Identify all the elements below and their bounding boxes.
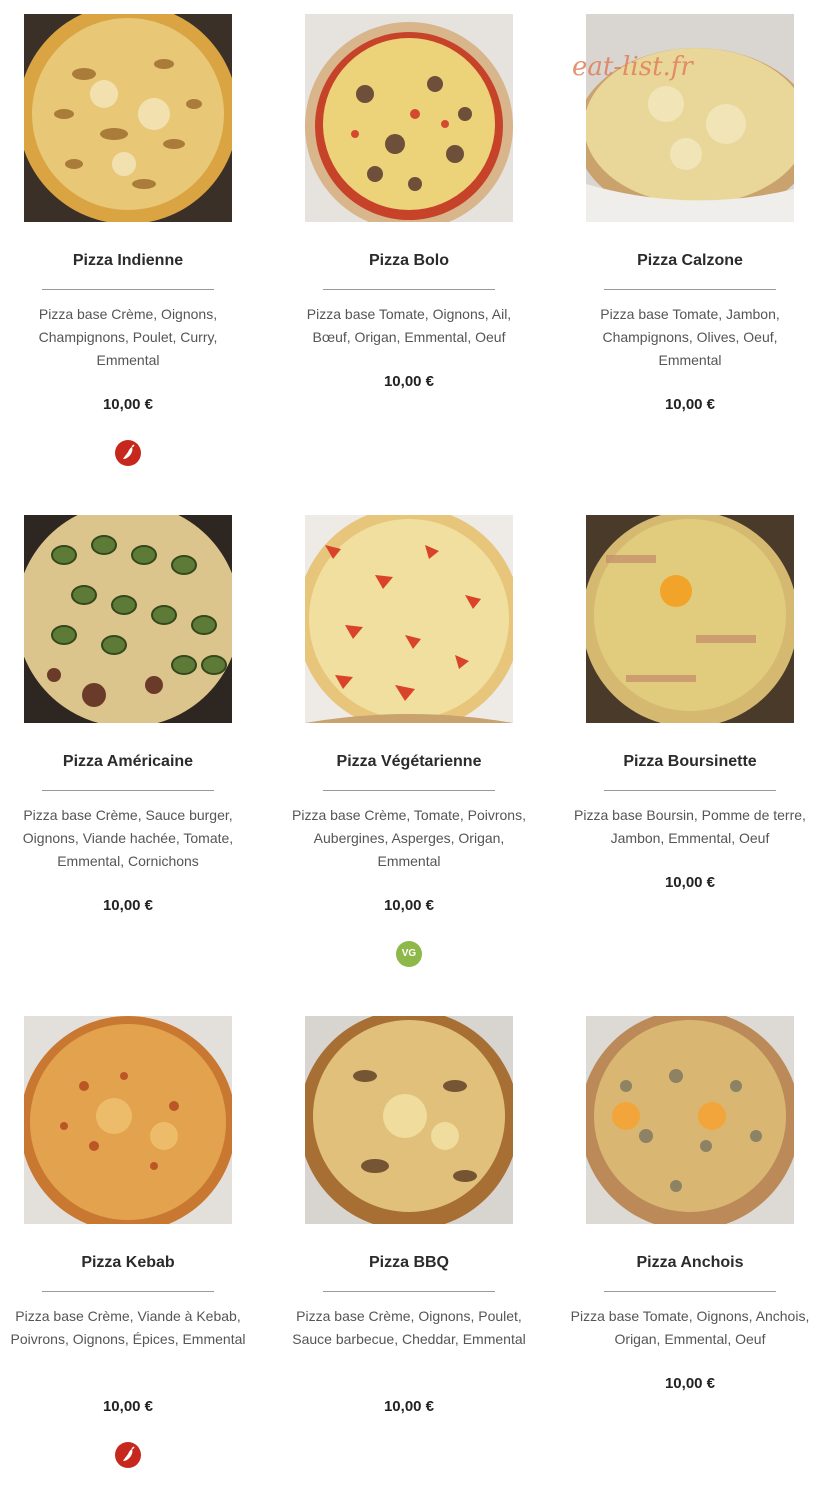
pizza-card[interactable]: Pizza Boursinette Pizza base Boursin, Po… [560,501,818,981]
pizza-name: Pizza Bolo [368,252,449,269]
pizza-description: Pizza base Crème, Tomate, Poivrons, Aube… [292,807,526,869]
pizza-card[interactable]: Pizza Végétarienne Pizza base Crème, Tom… [279,501,539,981]
pizza-card[interactable]: Pizza Kebab Pizza base Crème, Viande à K… [0,1002,258,1482]
pizza-price: 10,00 € [102,897,154,914]
pizza-price: 10,00 € [383,373,435,390]
pizza-photo [24,1016,232,1224]
pizza-price: 10,00 € [383,897,435,914]
pizza-price: 10,00 € [383,1398,435,1415]
divider [42,289,214,290]
pizza-name: Pizza Boursinette [623,753,757,770]
pizza-description: Pizza base Crème, Oignons, Poulet, Sauce… [292,1308,526,1347]
divider [323,790,495,791]
divider [323,1291,495,1292]
pizza-photo [305,1016,513,1224]
pizza-description: Pizza base Tomate, Oignons, Anchois, Ori… [570,1308,810,1347]
divider [42,790,214,791]
pizza-name: Pizza Américaine [62,753,194,770]
pizza-price: 10,00 € [664,1375,716,1392]
pizza-photo [24,515,232,723]
divider [604,790,776,791]
pizza-card[interactable]: Pizza Indienne Pizza base Crème, Oignons… [0,0,258,480]
pizza-photo [586,515,794,723]
watermark: eat-list.fr [572,52,693,82]
pizza-card[interactable]: Pizza Américaine Pizza base Crème, Sauce… [0,501,258,981]
pizza-name: Pizza BBQ [368,1254,449,1271]
chili-icon [115,440,141,466]
pizza-name: Pizza Kebab [81,1254,175,1271]
vg-icon: VG [396,941,422,967]
divider [323,289,495,290]
pizza-name: Pizza Anchois [636,1254,744,1271]
pizza-price: 10,00 € [664,874,716,891]
pizza-description: Pizza base Tomate, Jambon, Champignons, … [600,306,780,368]
pizza-menu-grid: Pizza Indienne Pizza base Crème, Oignons… [0,0,818,1500]
pizza-price: 10,00 € [664,396,716,413]
pizza-description: Pizza base Tomate, Oignons, Ail, Bœuf, O… [306,306,512,345]
pizza-description: Pizza base Crème, Sauce burger, Oignons,… [22,807,234,869]
divider [604,1291,776,1292]
pizza-card[interactable]: Pizza BBQ Pizza base Crème, Oignons, Pou… [279,1002,539,1482]
pizza-name: Pizza Indienne [72,252,184,269]
pizza-price: 10,00 € [102,396,154,413]
divider [42,1291,214,1292]
pizza-photo [305,515,513,723]
pizza-card[interactable]: Pizza Bolo Pizza base Tomate, Oignons, A… [279,0,539,480]
pizza-card[interactable]: Pizza Anchois Pizza base Tomate, Oignons… [560,1002,818,1482]
pizza-photo [305,14,513,222]
pizza-description: Pizza base Crème, Viande à Kebab, Poivro… [10,1308,246,1347]
pizza-name: Pizza Calzone [637,252,743,269]
pizza-name: Pizza Végétarienne [336,753,482,770]
pizza-description: Pizza base Crème, Oignons, Champignons, … [38,306,218,368]
pizza-description: Pizza base Boursin, Pomme de terre, Jamb… [574,807,806,846]
chili-icon [115,1442,141,1468]
pizza-photo [586,14,794,222]
divider [604,289,776,290]
pizza-photo [24,14,232,222]
pizza-price: 10,00 € [102,1398,154,1415]
pizza-photo [586,1016,794,1224]
